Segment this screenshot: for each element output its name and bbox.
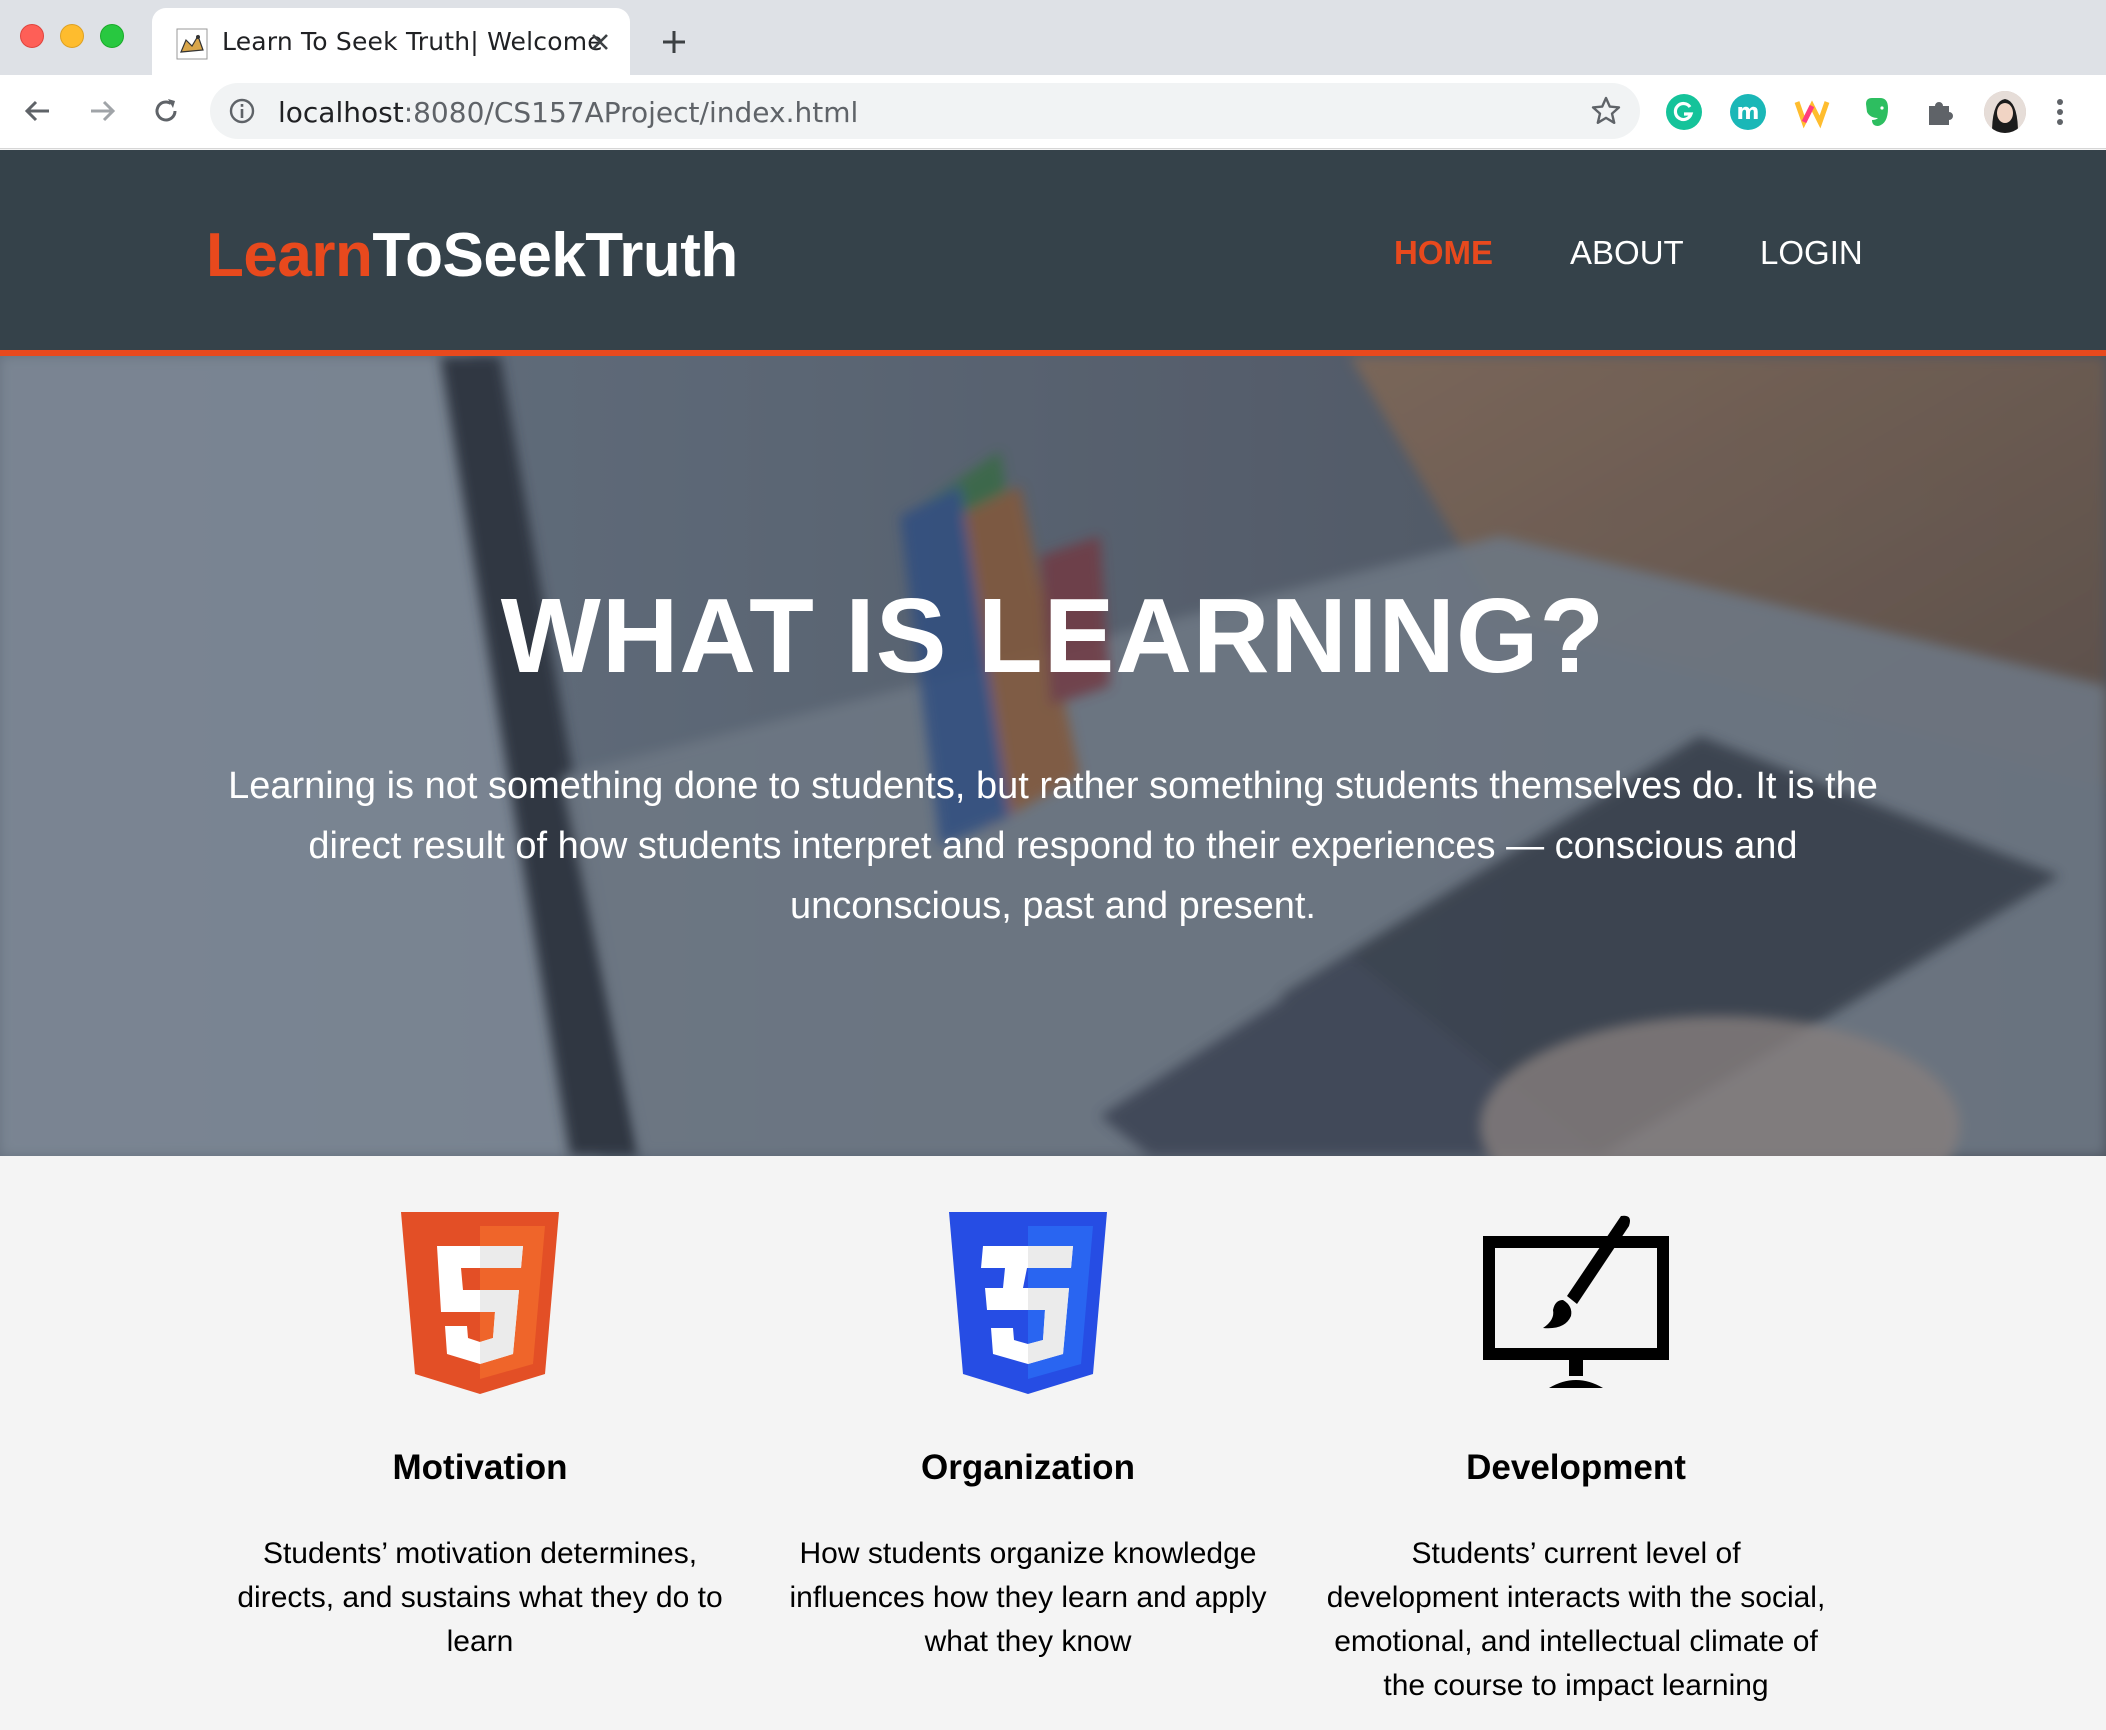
tomcat-favicon-icon	[176, 28, 208, 60]
tab-title: Learn To Seek Truth| Welcome	[222, 27, 603, 56]
monitor-brush-icon	[1483, 1215, 1669, 1388]
showcase-text: Learning is not something done to studen…	[228, 765, 1878, 927]
star-icon[interactable]	[1590, 95, 1622, 127]
profile-avatar[interactable]	[1984, 91, 2026, 133]
maximize-window-button[interactable]	[100, 24, 124, 48]
feature-title: Organization	[921, 1448, 1135, 1487]
info-icon[interactable]	[228, 97, 256, 125]
forward-arrow-icon[interactable]	[82, 91, 122, 131]
browser-toolbar: localhost:8080/CS157AProject/index.html	[0, 75, 2106, 149]
feature-boxes: Motivation Students’ motivation determin…	[0, 1156, 2106, 1730]
nav-about-link[interactable]: ABOUT	[1570, 234, 1684, 272]
address-bar[interactable]: localhost:8080/CS157AProject/index.html	[210, 83, 1640, 139]
more-menu-icon[interactable]	[2050, 94, 2070, 130]
m-extension-icon[interactable]: m	[1730, 94, 1766, 130]
puzzle-icon[interactable]	[1922, 94, 1958, 130]
nav-home-link[interactable]: HOME	[1394, 234, 1493, 272]
close-window-button[interactable]	[20, 24, 44, 48]
minimize-window-button[interactable]	[60, 24, 84, 48]
new-tab-plus-icon[interactable]	[654, 22, 694, 62]
back-arrow-icon[interactable]	[18, 91, 58, 131]
feature-title: Development	[1466, 1448, 1686, 1487]
feature-text: Students’ current level of development i…	[1326, 1537, 1826, 1702]
feature-text: Students’ motivation determines, directs…	[237, 1537, 723, 1658]
browser-tab[interactable]: Learn To Seek Truth| Welcome	[152, 8, 630, 75]
w-extension-icon[interactable]	[1794, 94, 1830, 130]
feature-text: How students organize knowledge influenc…	[789, 1537, 1267, 1658]
feature-title: Motivation	[392, 1448, 568, 1487]
site-logo[interactable]: LearnToSeekTruth	[206, 220, 738, 291]
tab-close-icon[interactable]	[582, 24, 618, 60]
evernote-icon[interactable]	[1858, 94, 1894, 130]
grammarly-icon[interactable]	[1666, 94, 1702, 130]
css3-logo-icon	[949, 1212, 1107, 1394]
browser-tab-bar: Learn To Seek Truth| Welcome	[0, 0, 2106, 75]
nav-login-link[interactable]: LOGIN	[1760, 234, 1863, 272]
reload-icon[interactable]	[146, 91, 186, 131]
url-text: localhost:8080/CS157AProject/index.html	[278, 96, 859, 129]
html5-logo-icon	[401, 1212, 559, 1394]
showcase-title: WHAT IS LEARNING?	[500, 577, 1606, 695]
showcase-hero: WHAT IS LEARNING? Learning is not someth…	[0, 356, 2106, 1156]
